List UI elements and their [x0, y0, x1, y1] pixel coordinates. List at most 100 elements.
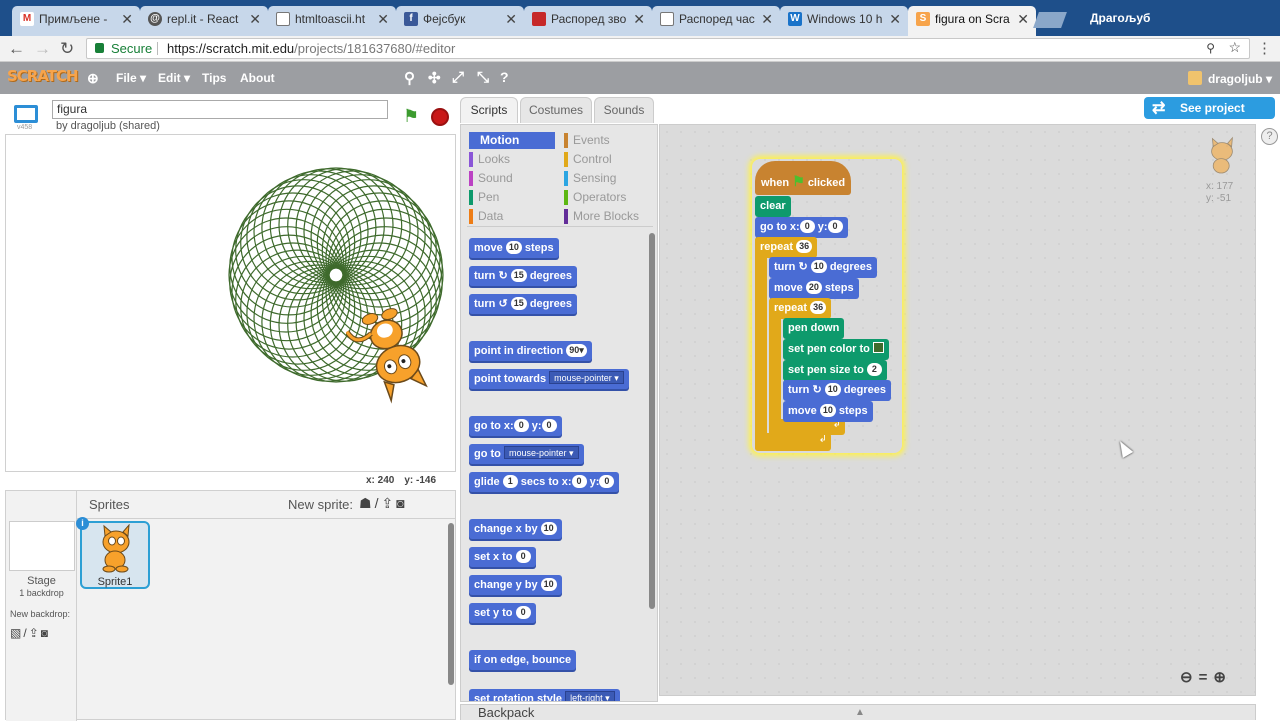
pen-color-swatch[interactable]	[872, 342, 884, 353]
block-turn-left[interactable]: turn ↺ 15 degrees	[469, 294, 578, 314]
block-change-x[interactable]: change x by 10	[469, 519, 562, 539]
close-icon[interactable]: ✕	[249, 6, 261, 32]
category-looks[interactable]: Looks	[469, 151, 555, 168]
stage-thumbnail[interactable]	[9, 521, 75, 571]
category-motion[interactable]: Motion	[469, 132, 555, 149]
help-tool-icon[interactable]: ?	[500, 69, 509, 85]
delete-tool-icon[interactable]: ✣	[428, 69, 441, 87]
menu-about[interactable]: About	[240, 71, 275, 85]
new-tab-button[interactable]	[1033, 12, 1067, 28]
sprite-thumbnail[interactable]: i Sprite1	[76, 517, 150, 589]
grow-tool-icon[interactable]: ⤢	[452, 69, 464, 86]
block-go-to[interactable]: go to mouse-pointer ▾	[469, 444, 584, 464]
tab-costumes[interactable]: Costumes	[520, 97, 592, 123]
tab-sounds[interactable]: Sounds	[594, 97, 654, 123]
info-icon[interactable]: i	[76, 517, 89, 530]
browser-tab-htmltoascii[interactable]: htmltoascii.ht ✕	[268, 6, 396, 36]
key-icon[interactable]: ⚲	[1206, 39, 1215, 58]
close-icon[interactable]: ✕	[633, 6, 645, 32]
category-operators[interactable]: Operators	[564, 189, 650, 206]
palette-scrollbar[interactable]	[649, 233, 655, 609]
category-sound[interactable]: Sound	[469, 170, 555, 187]
set-pen-color-block[interactable]: set pen color to	[783, 339, 889, 360]
expand-arrow-icon[interactable]: ▲	[855, 705, 865, 721]
fullscreen-icon[interactable]	[14, 105, 38, 123]
close-icon[interactable]: ✕	[889, 6, 901, 32]
upload-icon[interactable]: ⇪	[29, 626, 41, 640]
block-turn-right[interactable]: turn ↻ 15 degrees	[469, 266, 578, 286]
repeat-inner-block[interactable]: repeat 36	[769, 298, 832, 319]
see-project-page-button[interactable]: ⇄See project page	[1144, 97, 1275, 137]
block-point-towards[interactable]: point towards mouse-pointer ▾	[469, 369, 629, 389]
browser-tab-scratch[interactable]: Sfigura on Scra ✕	[908, 6, 1036, 36]
browser-tab-gmail[interactable]: M Примљене - ✕	[12, 6, 140, 36]
block-move-steps[interactable]: move 10 steps	[469, 238, 559, 258]
browser-tab-raspored-casova[interactable]: Распоред час ✕	[652, 6, 780, 36]
category-pen[interactable]: Pen	[469, 189, 555, 206]
browser-menu-icon[interactable]: ⋮	[1257, 39, 1272, 57]
go-to-xy-block[interactable]: go to x: 0 y: 0	[755, 217, 848, 238]
block-set-x[interactable]: set x to 0	[469, 547, 536, 567]
stop-sign-icon[interactable]	[431, 108, 449, 126]
block-if-on-edge-bounce[interactable]: if on edge, bounce	[469, 650, 577, 670]
block-change-y[interactable]: change y by 10	[469, 575, 562, 595]
pen-down-block[interactable]: pen down	[783, 318, 845, 339]
image-icon[interactable]: ▧	[10, 626, 23, 640]
url-text[interactable]: https://scratch.mit.edu/projects/1816376…	[167, 39, 455, 58]
star-icon[interactable]: ☆	[1228, 38, 1241, 57]
block-set-y[interactable]: set y to 0	[469, 603, 536, 623]
menu-edit[interactable]: Edit ▾	[158, 71, 190, 85]
backpack-bar[interactable]: Backpack ▲	[460, 704, 1256, 720]
set-pen-size-block[interactable]: set pen size to 2	[783, 360, 887, 381]
move-block-outer[interactable]: move 20 steps	[769, 278, 859, 299]
camera-icon[interactable]: ◙	[41, 626, 50, 640]
move-block-inner[interactable]: move 10 steps	[783, 401, 873, 422]
camera-icon[interactable]: ◙	[396, 495, 407, 511]
close-icon[interactable]: ✕	[377, 6, 389, 32]
block-glide[interactable]: glide 1 secs to x: 0 y: 0	[469, 472, 620, 492]
turn-block-outer[interactable]: turn ↻ 10 degrees	[769, 257, 878, 278]
turn-block-inner[interactable]: turn ↻ 10 degrees	[783, 380, 892, 401]
category-sensing[interactable]: Sensing	[564, 170, 650, 187]
forward-arrow-icon[interactable]: →	[34, 39, 51, 59]
category-data[interactable]: Data	[469, 208, 555, 225]
close-icon[interactable]: ✕	[761, 6, 773, 32]
block-set-rotation-style[interactable]: set rotation style left-right ▾	[469, 689, 620, 701]
category-events[interactable]: Events	[564, 132, 650, 149]
reload-icon[interactable]: ↻	[60, 39, 74, 59]
scripts-area[interactable]: x: 177 y: -51 ↲ ↲ when ⚑ clicked clear go…	[659, 124, 1256, 696]
browser-tab-raspored-zvona[interactable]: Распоред зво ✕	[524, 6, 652, 36]
sprite-list-scrollbar[interactable]	[448, 523, 454, 685]
back-arrow-icon[interactable]: ←	[8, 39, 25, 59]
menu-tips[interactable]: Tips	[202, 71, 226, 85]
category-more-blocks[interactable]: More Blocks	[564, 208, 656, 225]
stage-canvas[interactable]	[5, 134, 456, 472]
close-icon[interactable]: ✕	[1017, 6, 1029, 32]
project-title-input[interactable]: figura	[52, 100, 388, 119]
cat-sprite-on-stage[interactable]	[346, 295, 441, 405]
browser-tab-repl[interactable]: @ repl.it - React ✕	[140, 6, 268, 36]
block-point-in-direction[interactable]: point in direction 90▾	[469, 341, 592, 361]
browser-tab-facebook[interactable]: f Фејсбук ✕	[396, 6, 524, 36]
clear-block[interactable]: clear	[755, 196, 791, 217]
close-icon[interactable]: ✕	[121, 6, 133, 32]
shrink-tool-icon[interactable]: ⤡	[477, 69, 489, 86]
scratch-logo[interactable]: SCRATCH	[7, 67, 79, 85]
duplicate-tool-icon[interactable]: ⚲	[404, 69, 415, 87]
close-icon[interactable]: ✕	[505, 6, 517, 32]
globe-icon[interactable]: ⊕	[87, 70, 99, 87]
zoom-out-icon[interactable]: ⊖	[1180, 669, 1199, 686]
browser-tab-windows[interactable]: W Windows 10 h ✕	[780, 6, 908, 36]
menu-file[interactable]: File ▾	[116, 71, 146, 85]
zoom-reset-icon[interactable]: =	[1199, 669, 1214, 686]
block-go-to-xy[interactable]: go to x: 0 y: 0	[469, 416, 562, 436]
tab-scripts[interactable]: Scripts	[460, 97, 518, 123]
help-icon[interactable]: ?	[1261, 128, 1278, 145]
upload-icon[interactable]: ⇪	[381, 495, 396, 511]
address-bar[interactable]: Secure https://scratch.mit.edu/projects/…	[86, 38, 1250, 59]
sprite-library-icon[interactable]: ☗	[359, 495, 375, 511]
browser-profile-name[interactable]: Драгољуб	[1090, 11, 1150, 25]
user-menu[interactable]: dragoljub ▾	[1187, 71, 1272, 86]
zoom-in-icon[interactable]: ⊕	[1213, 669, 1232, 686]
green-flag-icon[interactable]: ⚑	[403, 106, 419, 127]
